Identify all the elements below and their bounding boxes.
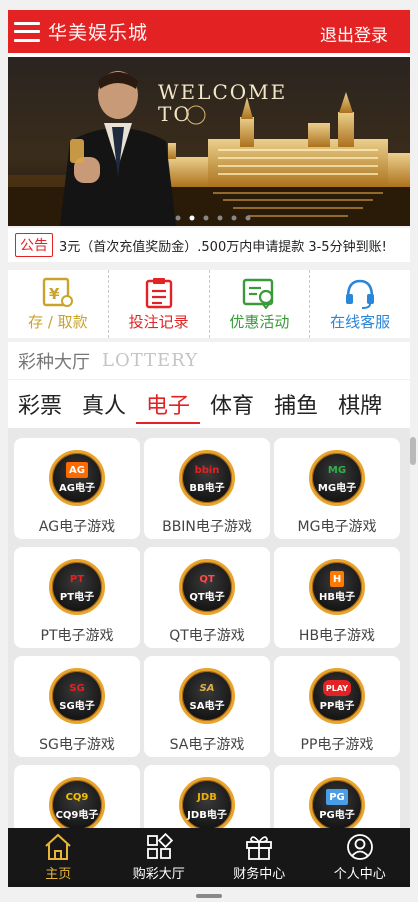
menu-icon[interactable]	[14, 21, 40, 42]
game-card-cq9[interactable]: CQ9 CQ9电子	[14, 765, 140, 828]
mg-logo-icon: MG MG电子	[309, 450, 365, 506]
game-name: MG电子游戏	[297, 519, 377, 535]
gift-icon	[246, 836, 273, 860]
nav-home-label: 主页	[45, 867, 72, 882]
notice-tag: 公告	[15, 233, 53, 257]
top-header: 华美娱乐城 退出登录	[8, 10, 410, 53]
game-name: SA电子游戏	[169, 737, 245, 753]
bet-record-label: 投注记录	[128, 313, 189, 331]
nav-profile[interactable]: 个人中心	[310, 828, 411, 887]
tab-lottery[interactable]: 彩票	[8, 380, 72, 428]
pg-logo-icon: PG PG电子	[309, 777, 365, 828]
nav-profile-label: 个人中心	[333, 867, 386, 882]
deposit-icon: ¥	[41, 276, 75, 310]
nav-finance-label: 财务中心	[233, 867, 286, 882]
game-name: BBIN电子游戏	[162, 519, 252, 535]
quick-actions: ¥ 存 / 取款 投注记录 优惠活动 在线客服	[8, 270, 410, 338]
headset-icon	[343, 276, 377, 310]
section-title-cn: 彩种大厅	[18, 351, 90, 373]
jdb-logo-icon: JDB JDB电子	[179, 777, 235, 828]
tab-electronic[interactable]: 电子	[136, 380, 201, 428]
tab-sports[interactable]: 体育	[200, 380, 264, 428]
game-card-sa[interactable]: SA SA电子 SA电子游戏	[144, 656, 270, 757]
notice-bar[interactable]: 公告 3元（首次充值奖励金）.500万内申请提款 3-5分钟到账!	[8, 228, 410, 262]
promotion-icon	[242, 276, 276, 310]
game-card-mg[interactable]: MG MG电子 MG电子游戏	[274, 438, 400, 539]
bbin-logo-icon: bbin BB电子	[179, 450, 235, 506]
user-icon	[346, 834, 373, 860]
game-card-pt[interactable]: PT PT电子 PT电子游戏	[14, 547, 140, 648]
game-card-qt[interactable]: QT QT电子 QT电子游戏	[144, 547, 270, 648]
game-name: AG电子游戏	[38, 519, 116, 535]
category-tabs: 彩票 真人 电子 体育 捕鱼 棋牌	[8, 380, 410, 428]
home-icon	[45, 833, 71, 860]
svg-text:¥: ¥	[49, 285, 60, 303]
ag-logo-icon: AG AG电子	[49, 450, 105, 506]
promotion-label: 优惠活动	[229, 313, 290, 331]
game-card-bbin[interactable]: bbin BB电子 BBIN电子游戏	[144, 438, 270, 539]
sg-logo-icon: SG SG电子	[49, 668, 105, 724]
game-name: QT电子游戏	[169, 628, 245, 644]
apps-icon	[146, 833, 173, 859]
lottery-section-header: 彩种大厅 LOTTERY	[8, 342, 410, 379]
game-name: HB电子游戏	[298, 628, 376, 644]
sa-logo-icon: SA SA电子	[179, 668, 235, 724]
game-card-pg[interactable]: PG PG电子	[274, 765, 400, 828]
cq9-logo-icon: CQ9 CQ9电子	[49, 777, 105, 828]
brand-title: 华美娱乐城	[48, 22, 149, 44]
bet-record-icon	[144, 276, 174, 310]
game-name: PP电子游戏	[300, 737, 374, 753]
customer-service-button[interactable]: 在线客服	[310, 270, 410, 338]
deposit-withdraw-button[interactable]: ¥ 存 / 取款	[8, 270, 109, 338]
promo-banner[interactable]: WELCOME TO	[8, 57, 410, 226]
notice-text: 3元（首次充值奖励金）.500万内申请提款 3-5分钟到账!	[59, 239, 387, 255]
promotion-button[interactable]: 优惠活动	[210, 270, 311, 338]
scrollbar-thumb[interactable]	[410, 437, 416, 465]
home-indicator[interactable]	[196, 894, 222, 898]
pt-logo-icon: PT PT电子	[49, 559, 105, 615]
logout-button[interactable]: 退出登录	[320, 21, 388, 46]
game-card-ag[interactable]: AG AG电子 AG电子游戏	[14, 438, 140, 539]
game-grid-area: AG AG电子 AG电子游戏 bbin BB电子 BBIN电子游戏 MG MG电子 M…	[8, 428, 410, 828]
game-card-pp[interactable]: PLAY PP电子 PP电子游戏	[274, 656, 400, 757]
section-title-en: LOTTERY	[102, 350, 199, 371]
pp-logo-icon: PLAY PP电子	[309, 668, 365, 724]
game-name: PT电子游戏	[40, 628, 114, 644]
game-name: SG电子游戏	[39, 737, 115, 753]
game-card-jdb[interactable]: JDB JDB电子	[144, 765, 270, 828]
nav-finance[interactable]: 财务中心	[209, 828, 310, 887]
nav-lottery-hall[interactable]: 购彩大厅	[109, 828, 210, 887]
game-card-hb[interactable]: H HB电子 HB电子游戏	[274, 547, 400, 648]
bet-record-button[interactable]: 投注记录	[109, 270, 210, 338]
nav-lottery-label: 购彩大厅	[132, 867, 185, 882]
bottom-nav: 主页 购彩大厅 财务中心 个人中心	[8, 828, 410, 887]
game-card-sg[interactable]: SG SG电子 SG电子游戏	[14, 656, 140, 757]
banner-headline: WELCOME	[158, 80, 287, 104]
tab-chess[interactable]: 棋牌	[328, 380, 392, 428]
tab-live[interactable]: 真人	[72, 380, 136, 428]
game-grid: AG AG电子 AG电子游戏 bbin BB电子 BBIN电子游戏 MG MG电子 M…	[14, 438, 404, 828]
hb-logo-icon: H HB电子	[309, 559, 365, 615]
nav-home[interactable]: 主页	[8, 828, 109, 887]
deposit-label: 存 / 取款	[28, 313, 88, 331]
banner-image: WELCOME TO	[8, 57, 410, 226]
app-frame: 华美娱乐城 退出登录 WELCOME TO 公告 3元（首次充值奖励金）.500…	[0, 0, 418, 902]
customer-service-label: 在线客服	[330, 313, 391, 331]
tab-fishing[interactable]: 捕鱼	[264, 380, 328, 428]
qt-logo-icon: QT QT电子	[179, 559, 235, 615]
